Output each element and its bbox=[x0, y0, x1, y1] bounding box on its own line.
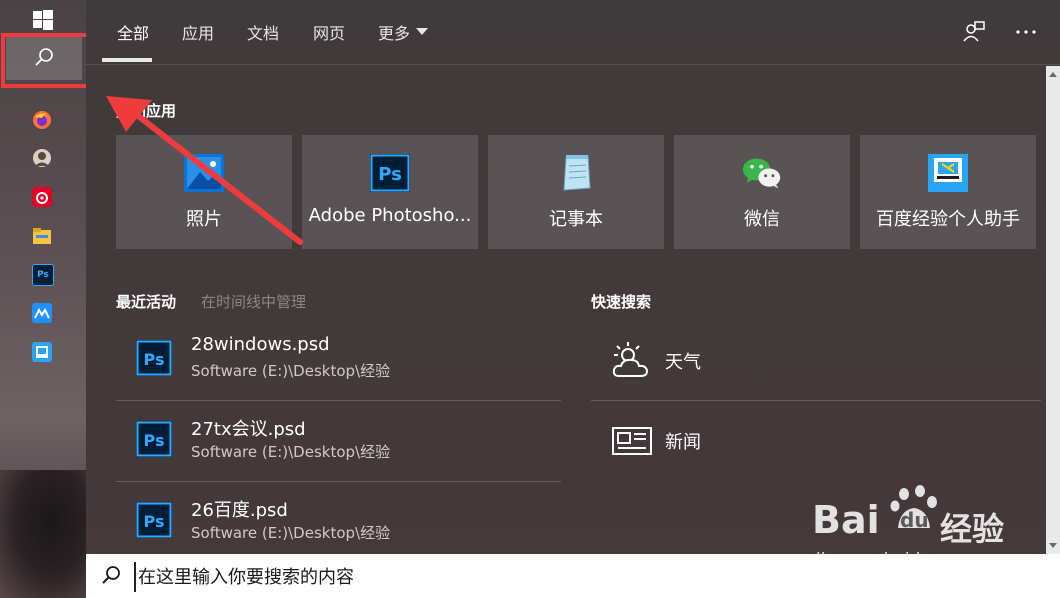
tab-documents-label: 文档 bbox=[247, 24, 280, 43]
quick-search-label: 新闻 bbox=[665, 432, 701, 453]
search-input[interactable] bbox=[134, 562, 1020, 592]
app-tile-wechat[interactable]: 微信 bbox=[674, 135, 850, 249]
app-tile-notepad[interactable]: 记事本 bbox=[488, 135, 664, 249]
tab-more[interactable]: 更多 bbox=[378, 20, 429, 44]
quick-search-weather[interactable]: 天气 bbox=[611, 330, 1041, 390]
scroll-up-arrow[interactable] bbox=[1049, 72, 1057, 77]
search-box[interactable] bbox=[86, 554, 1060, 598]
tab-all[interactable]: 全部 bbox=[117, 20, 149, 44]
more-options-icon[interactable] bbox=[1014, 20, 1038, 44]
quick-search-label: 天气 bbox=[665, 352, 701, 373]
svg-text:Ps: Ps bbox=[378, 164, 402, 185]
divider bbox=[591, 400, 1041, 401]
file-explorer-icon[interactable] bbox=[32, 226, 52, 246]
recent-item-name: 26百度.psd bbox=[191, 500, 288, 521]
recent-item-path: Software (E:)\Desktop\经验 bbox=[191, 443, 391, 461]
baidu-helper-icon bbox=[928, 153, 968, 193]
avatar-app-icon[interactable] bbox=[32, 148, 52, 168]
netease-music-icon[interactable] bbox=[32, 187, 52, 207]
chevron-down-icon bbox=[416, 28, 429, 35]
tab-documents[interactable]: 文档 bbox=[247, 20, 279, 44]
app-tile-label: 百度经验个人助手 bbox=[876, 209, 1020, 230]
tab-more-label: 更多 bbox=[378, 24, 411, 43]
photos-icon bbox=[184, 153, 224, 193]
filter-tab-bar: 全部 应用 文档 网页 更多 bbox=[86, 0, 1060, 65]
quick-search-news[interactable]: 新闻 bbox=[611, 410, 1041, 470]
active-tab-indicator bbox=[102, 58, 152, 62]
app-tile-label: 照片 bbox=[186, 209, 222, 230]
notepad-icon bbox=[556, 153, 596, 193]
app-blue-icon[interactable] bbox=[32, 303, 52, 323]
svg-text:Ps: Ps bbox=[144, 350, 165, 369]
search-icon bbox=[102, 566, 120, 584]
photoshop-icon: Ps bbox=[136, 502, 172, 538]
weather-icon bbox=[612, 342, 649, 377]
recent-item-path: Software (E:)\Desktop\经验 bbox=[191, 524, 391, 542]
taskbar: Ps bbox=[0, 0, 86, 598]
recent-activity-title: 最近活动 bbox=[116, 293, 177, 311]
manage-in-timeline-link[interactable]: 在时间线中管理 bbox=[201, 291, 306, 312]
tab-web-label: 网页 bbox=[313, 24, 346, 43]
svg-text:Ps: Ps bbox=[144, 512, 165, 531]
tab-apps-label: 应用 bbox=[182, 24, 215, 43]
app-tile-photos[interactable]: 照片 bbox=[116, 135, 292, 249]
svg-text:Ps: Ps bbox=[144, 431, 165, 450]
app-tile-label: 记事本 bbox=[549, 209, 603, 230]
hot-apps-title: 热门应用 bbox=[116, 102, 177, 120]
scroll-down-arrow[interactable] bbox=[1049, 543, 1057, 548]
photoshop-icon: Ps bbox=[136, 340, 172, 376]
photoshop-icon: Ps bbox=[370, 153, 410, 193]
taskbar-search-button[interactable] bbox=[6, 36, 82, 80]
recent-item[interactable]: Ps 28windows.psd Software (E:)\Desktop\经… bbox=[116, 320, 561, 400]
photoshop-icon: Ps bbox=[136, 421, 172, 457]
recent-item[interactable]: Ps 27tx会议.psd Software (E:)\Desktop\经验 bbox=[116, 401, 561, 481]
wechat-icon bbox=[742, 153, 782, 193]
firefox-icon[interactable] bbox=[32, 110, 52, 130]
app-tile-label: Adobe Photosho... bbox=[308, 205, 472, 226]
search-panel: 全部 应用 文档 网页 更多 热门应用 照片 Ps Adobe Photosho… bbox=[86, 0, 1060, 554]
recent-item-name: 27tx会议.psd bbox=[191, 419, 306, 440]
tab-apps[interactable]: 应用 bbox=[182, 20, 214, 44]
recent-item-path: Software (E:)\Desktop\经验 bbox=[191, 362, 391, 380]
vertical-scrollbar[interactable] bbox=[1046, 66, 1060, 554]
quick-search-title: 快速搜索 bbox=[591, 293, 652, 311]
photoshop-icon[interactable]: Ps bbox=[32, 264, 54, 286]
news-icon bbox=[612, 427, 652, 455]
search-icon bbox=[35, 48, 53, 66]
feedback-icon[interactable] bbox=[962, 20, 986, 44]
app-tile-label: 微信 bbox=[744, 209, 780, 230]
app-tile-photoshop[interactable]: Ps Adobe Photosho... bbox=[302, 135, 478, 249]
recent-item-name: 28windows.psd bbox=[191, 334, 330, 355]
recent-item[interactable]: Ps 26百度.psd Software (E:)\Desktop\经验 bbox=[116, 482, 561, 562]
windows-start-icon[interactable] bbox=[33, 10, 53, 30]
app-tile-baidu-helper[interactable]: 百度经验个人助手 bbox=[860, 135, 1036, 249]
tab-web[interactable]: 网页 bbox=[313, 20, 345, 44]
tab-all-label: 全部 bbox=[117, 24, 150, 43]
baidu-helper-icon[interactable] bbox=[32, 342, 52, 362]
desktop-wallpaper-fragment bbox=[0, 470, 86, 598]
